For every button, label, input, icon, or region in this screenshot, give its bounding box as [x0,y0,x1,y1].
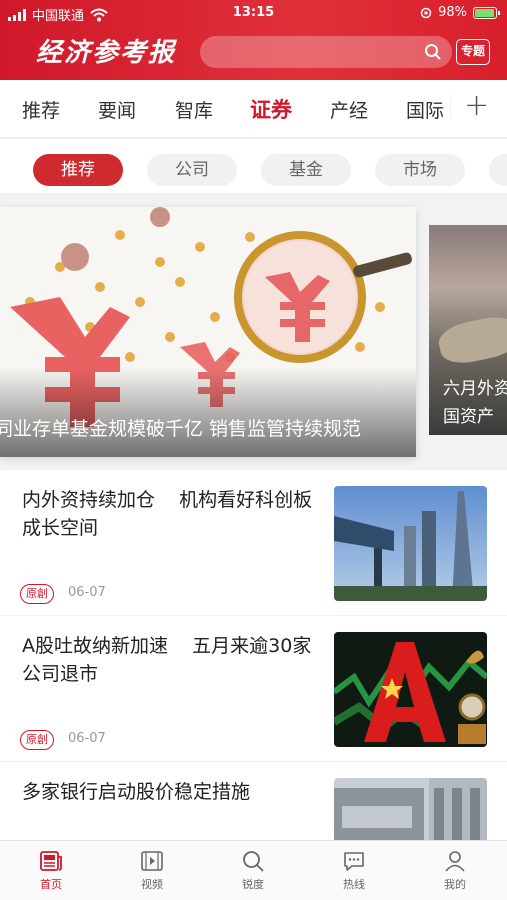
carousel-main-caption: 同业存单基金规模破千亿 销售监管持续规范 [0,418,362,440]
bottom-nav: 首页 视频 锐度 热线 我的 [0,840,507,900]
news-date: 06-07 [68,585,106,600]
battery-icon [473,6,500,19]
news-list: 内外资持续加仓 机构看好科创板成长空间 原創 06-07 A股吐故纳新加速 五月… [0,470,507,840]
nav-home[interactable]: 首页 [21,849,81,892]
news-icon [40,851,62,871]
news-item[interactable]: 多家银行启动股价稳定措施 [0,762,507,840]
nav-label: 我的 [444,878,466,891]
search-input[interactable] [200,36,452,68]
search-icon [425,44,441,60]
news-title: 多家银行启动股价稳定措施 [22,781,251,803]
news-title: 内外资持续加仓 机构看好科创板成长空间 [22,489,313,539]
news-date: 06-07 [68,731,106,746]
tab-divider [450,90,451,126]
channel-tabs: 推荐 要闻 智库 证券 产经 国际 + [0,80,507,138]
original-badge: 原創 [20,730,54,750]
app-logo[interactable]: 经济参考报 [36,32,176,69]
news-carousel: 同业存单基金规模破千亿 销售监管持续规范 六月外资 国资产 [0,195,507,470]
a-share-chart-image [334,632,487,747]
carousel-side-caption: 六月外资 国资产 [443,379,507,427]
skyscrapers-image [334,486,487,601]
news-thumbnail [334,632,487,747]
tab-international[interactable]: 国际 [406,96,444,123]
carousel-slide-main[interactable]: 同业存单基金规模破千亿 销售监管持续规范 [0,207,416,457]
tab-recommend[interactable]: 推荐 [22,96,60,123]
nav-label: 首页 [40,878,62,891]
topic-button[interactable]: 专题 [456,39,490,65]
subtab-more[interactable] [489,154,507,186]
news-item[interactable]: A股吐故纳新加速 五月来逾30家公司退市 原創 06-07 [0,616,507,762]
carousel-slide-next[interactable]: 六月外资 国资产 [429,225,507,435]
battery-percent: 98% [438,5,467,20]
bank-building-image [334,778,487,840]
nav-label: 视频 [141,878,163,891]
nav-sharp[interactable]: 锐度 [223,849,283,892]
subtab-company[interactable]: 公司 [147,154,237,186]
subtab-market[interactable]: 市场 [375,154,465,186]
news-thumbnail [334,486,487,601]
subchannel-bar: 推荐 公司 基金 市场 [0,139,507,193]
chat-icon [344,852,364,871]
news-title: A股吐故纳新加速 五月来逾30家公司退市 [22,635,312,685]
tab-securities[interactable]: 证券 [250,94,292,124]
add-channel-button[interactable]: + [464,88,489,123]
orientation-lock-icon [420,7,432,18]
status-bar: 中国联通 13:15 98% [0,0,507,28]
original-badge: 原創 [20,584,54,604]
tab-industry[interactable]: 产经 [330,96,368,123]
tab-think-tank[interactable]: 智库 [175,96,213,123]
video-icon [141,851,163,871]
city-river-image [435,312,507,368]
tab-headlines[interactable]: 要闻 [98,96,136,123]
nav-label: 热线 [343,878,365,891]
user-icon [445,851,465,872]
nav-video[interactable]: 视频 [122,849,182,892]
news-thumbnail [334,778,487,840]
carousel-caption-overlay: 同业存单基金规模破千亿 销售监管持续规范 [0,367,416,457]
nav-label: 锐度 [242,878,264,891]
news-item[interactable]: 内外资持续加仓 机构看好科创板成长空间 原創 06-07 [0,470,507,616]
search-icon [243,851,264,872]
subtab-fund[interactable]: 基金 [261,154,351,186]
app-header: 中国联通 13:15 98% 经济参考报 专题 [0,0,507,80]
nav-hotline[interactable]: 热线 [324,849,384,892]
nav-mine[interactable]: 我的 [425,849,485,892]
subtab-recommend[interactable]: 推荐 [33,154,123,186]
